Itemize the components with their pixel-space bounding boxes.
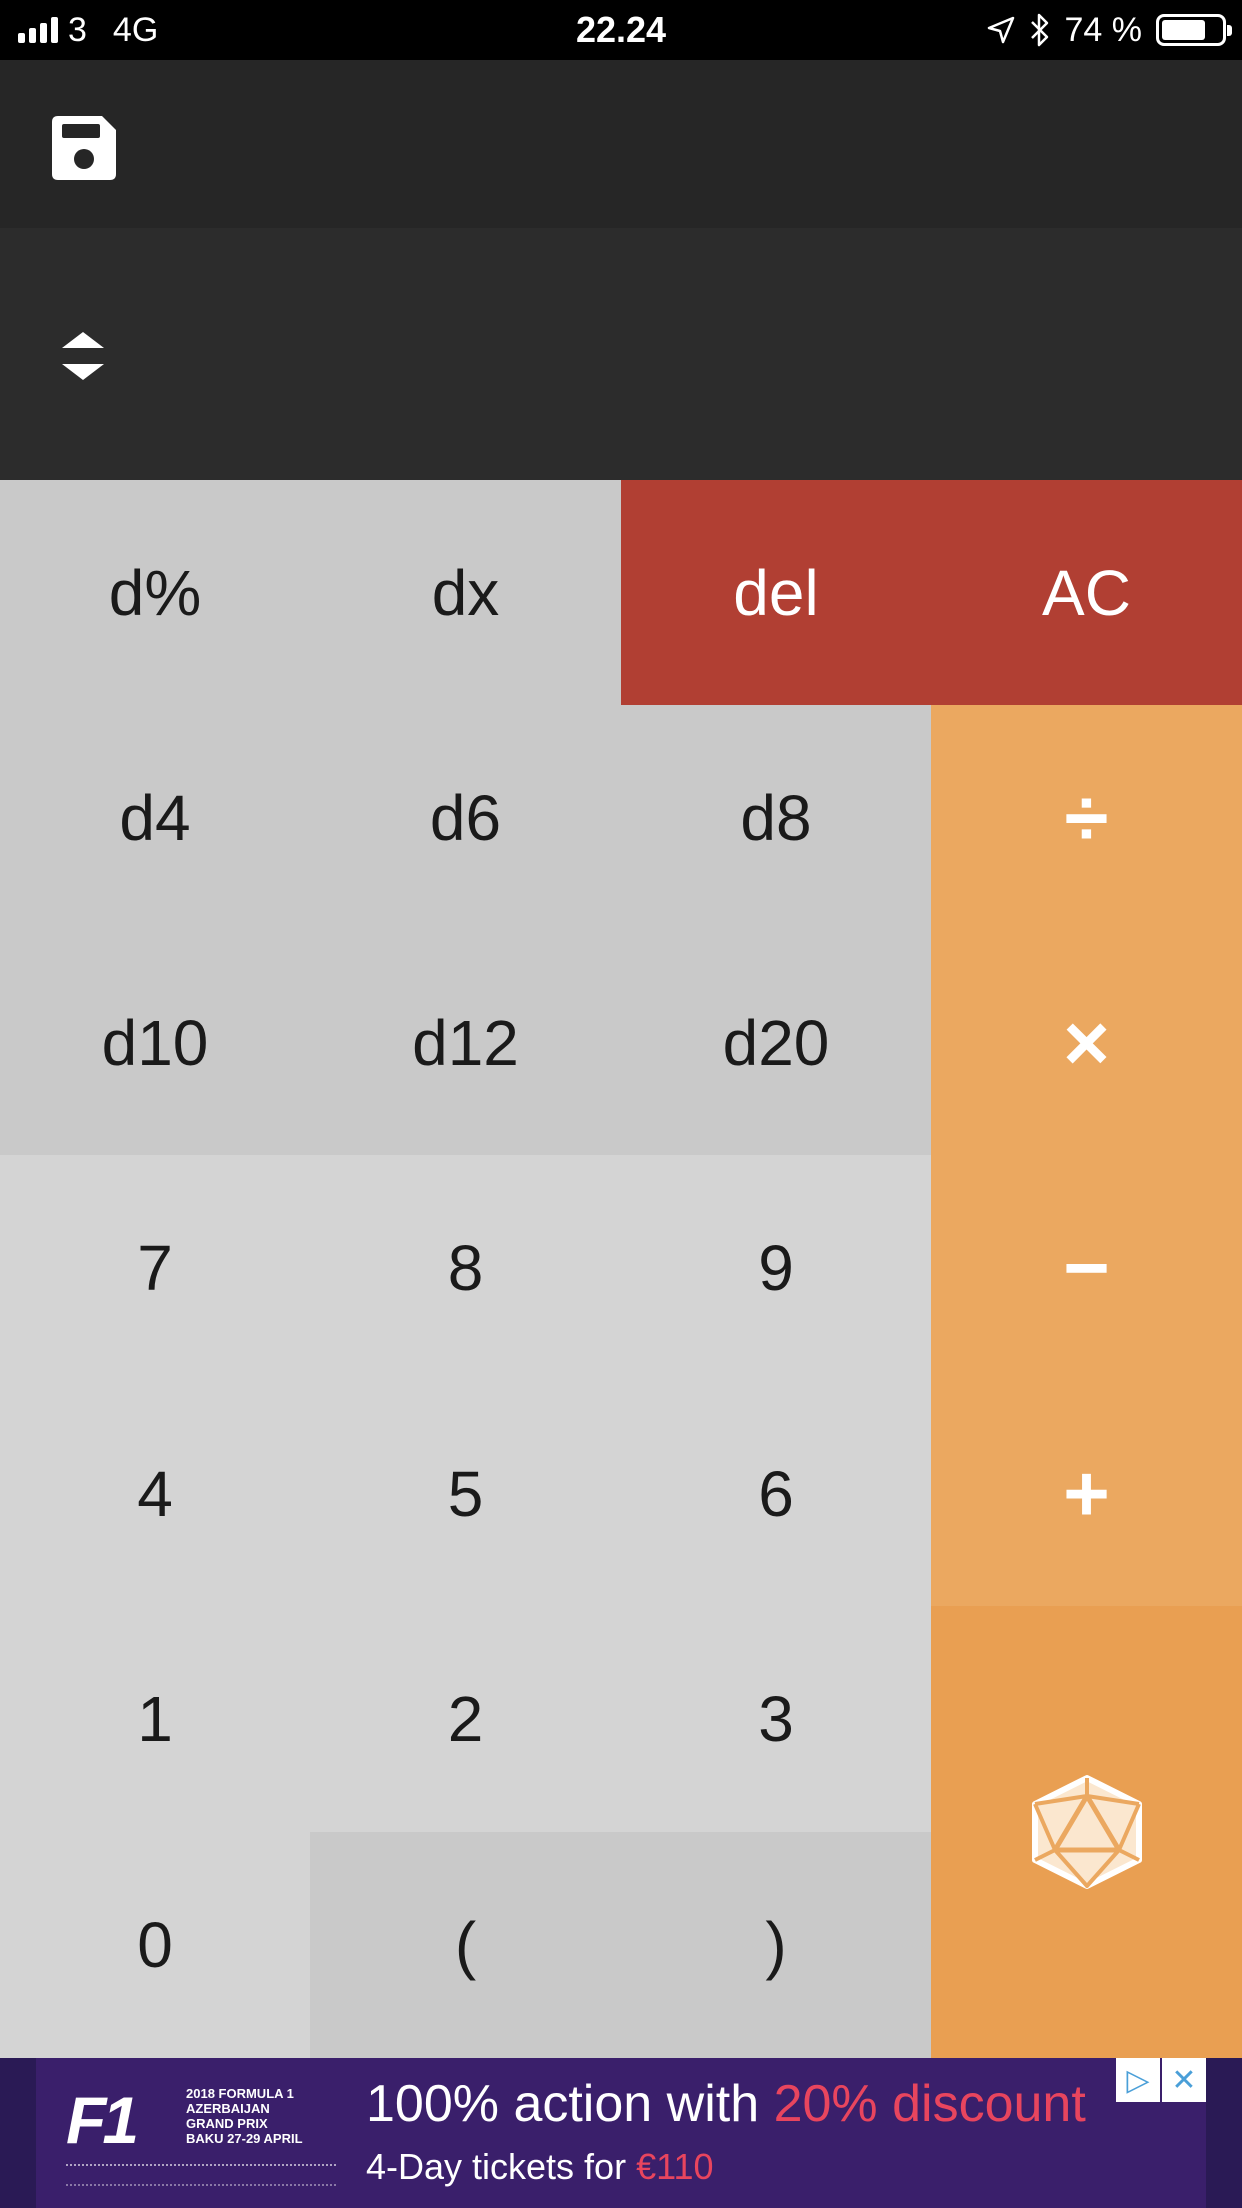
- d4-button[interactable]: d4: [0, 705, 310, 930]
- expand-history-button[interactable]: [58, 328, 108, 384]
- ad-banner[interactable]: F1 2018 FORMULA 1 AZERBAIJAN GRAND PRIX …: [36, 2058, 1206, 2208]
- digit-7-button[interactable]: 7: [0, 1155, 310, 1381]
- battery-fill: [1162, 20, 1205, 40]
- toolbar: [0, 60, 1242, 228]
- subtract-button[interactable]: −: [931, 1155, 1242, 1381]
- dice-custom-button[interactable]: dx: [310, 480, 621, 705]
- ad-logo: F1 2018 FORMULA 1 AZERBAIJAN GRAND PRIX …: [66, 2078, 366, 2188]
- ad-fine-print: [66, 2164, 336, 2186]
- ad-headline: 100% action with 20% discount: [366, 2074, 1086, 2134]
- delete-button[interactable]: del: [621, 480, 931, 705]
- multiply-button[interactable]: ×: [931, 930, 1242, 1155]
- open-paren-button[interactable]: (: [310, 1832, 621, 2058]
- d20-dice-icon: [1031, 1775, 1142, 1889]
- digit-9-button[interactable]: 9: [621, 1155, 931, 1381]
- status-bar: 3 4G 22.24 74 %: [0, 0, 1242, 60]
- result-display: [0, 228, 1242, 480]
- ad-choices: ▷ ✕: [1116, 2058, 1206, 2102]
- d20-button[interactable]: d20: [621, 930, 931, 1155]
- f1-logo-text: F1: [66, 2083, 139, 2157]
- location-arrow-icon: [987, 16, 1014, 44]
- floppy-disk-icon: [52, 116, 116, 180]
- ad-sub-prefix: 4-Day tickets for: [366, 2146, 637, 2187]
- digit-0-button[interactable]: 0: [0, 1832, 310, 2058]
- digit-3-button[interactable]: 3: [621, 1606, 931, 1832]
- digit-6-button[interactable]: 6: [621, 1381, 931, 1606]
- expand-collapse-icon: [62, 332, 104, 380]
- digit-1-button[interactable]: 1: [0, 1606, 310, 1832]
- ad-headline-prefix: 100% action with: [366, 2075, 774, 2133]
- ad-headline-highlight: 20% discount: [773, 2075, 1086, 2133]
- dice-percent-button[interactable]: d%: [0, 480, 310, 705]
- keypad: d% dx del AC d4 d6 d8 d10 d12 d20 7 8 9 …: [0, 480, 1242, 2058]
- digit-8-button[interactable]: 8: [310, 1155, 621, 1381]
- d10-button[interactable]: d10: [0, 930, 310, 1155]
- status-right: 74 %: [987, 10, 1232, 50]
- battery-percent: 74 %: [1064, 10, 1143, 49]
- roll-button[interactable]: [931, 1606, 1242, 2058]
- adchoices-icon[interactable]: ▷: [1116, 2058, 1160, 2102]
- save-button[interactable]: [48, 112, 120, 184]
- close-paren-button[interactable]: ): [621, 1832, 931, 2058]
- battery-icon: [1156, 14, 1232, 46]
- ad-banner-area: F1 2018 FORMULA 1 AZERBAIJAN GRAND PRIX …: [0, 2058, 1242, 2208]
- bluetooth-icon: [1030, 13, 1048, 47]
- close-icon[interactable]: ✕: [1162, 2058, 1206, 2102]
- ad-event-text: 2018 FORMULA 1 AZERBAIJAN GRAND PRIX BAK…: [186, 2086, 303, 2146]
- d8-button[interactable]: d8: [621, 705, 931, 930]
- digit-4-button[interactable]: 4: [0, 1381, 310, 1606]
- ad-subline: 4-Day tickets for €110: [366, 2146, 714, 2188]
- all-clear-button[interactable]: AC: [931, 480, 1242, 705]
- digit-5-button[interactable]: 5: [310, 1381, 621, 1606]
- d6-button[interactable]: d6: [310, 705, 621, 930]
- digit-2-button[interactable]: 2: [310, 1606, 621, 1832]
- d12-button[interactable]: d12: [310, 930, 621, 1155]
- ad-sub-highlight: €110: [636, 2146, 714, 2187]
- add-button[interactable]: +: [931, 1381, 1242, 1606]
- divide-button[interactable]: ÷: [931, 705, 1242, 930]
